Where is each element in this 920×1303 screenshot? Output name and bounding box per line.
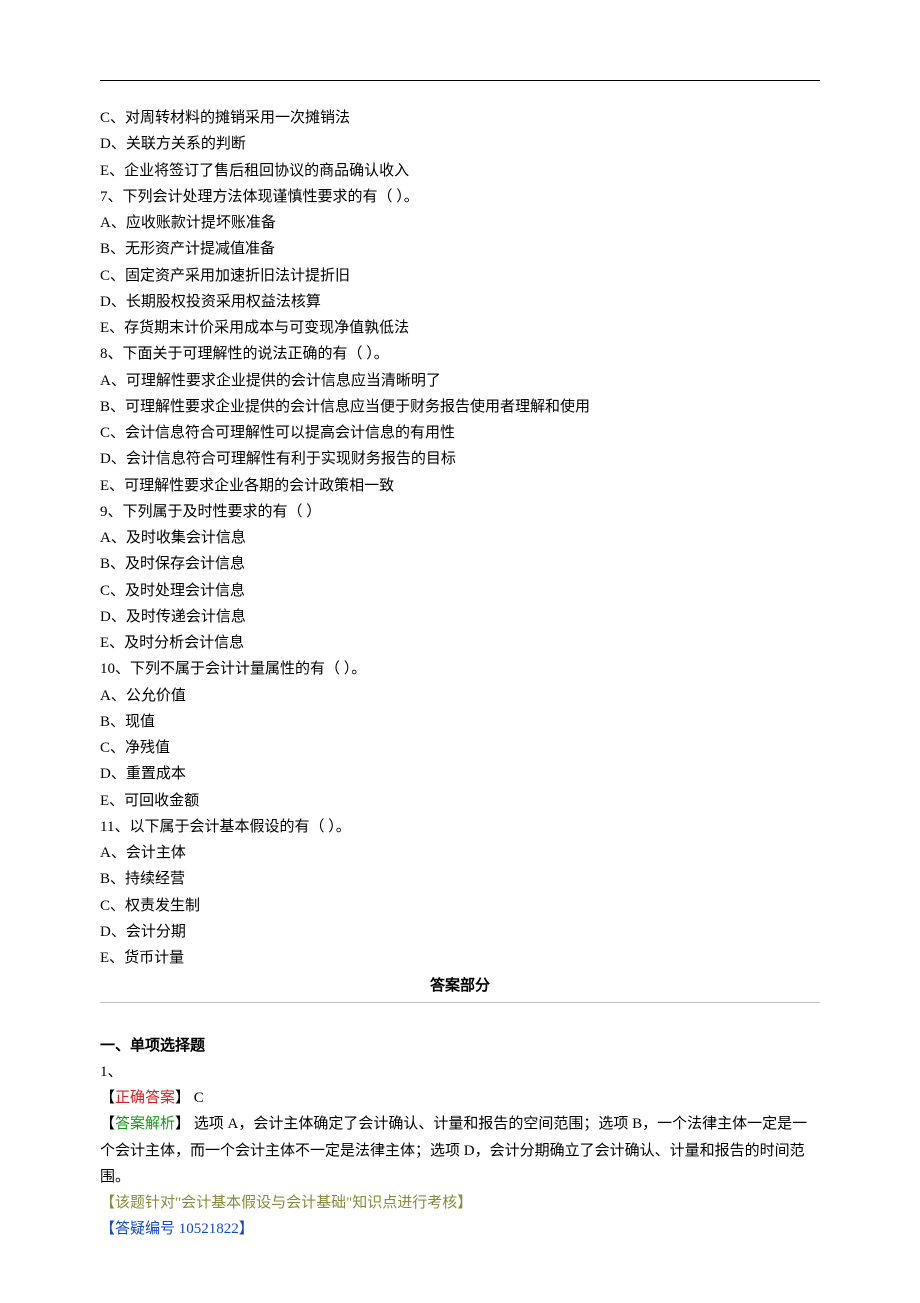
q6-option-d: D、关联方关系的判断: [100, 131, 820, 157]
q8-stem: 8、下面关于可理解性的说法正确的有（ ）。: [100, 341, 820, 367]
q9-option-d: D、及时传递会计信息: [100, 604, 820, 630]
bracket-close-2: 】: [175, 1116, 194, 1132]
top-horizontal-rule: [100, 80, 820, 81]
q11-option-e: E、货币计量: [100, 945, 820, 971]
q11-option-c: C、权责发生制: [100, 893, 820, 919]
q9-option-b: B、及时保存会计信息: [100, 551, 820, 577]
q8-option-e: E、可理解性要求企业各期的会计政策相一致: [100, 473, 820, 499]
q7-option-a: A、应收账款计提坏账准备: [100, 210, 820, 236]
q11-stem: 11、以下属于会计基本假设的有（ ）。: [100, 814, 820, 840]
q11-option-d: D、会计分期: [100, 919, 820, 945]
q11-option-a: A、会计主体: [100, 840, 820, 866]
q11-option-b: B、持续经营: [100, 866, 820, 892]
q8-option-a: A、可理解性要求企业提供的会计信息应当清晰明了: [100, 368, 820, 394]
q9-option-c: C、及时处理会计信息: [100, 578, 820, 604]
q7-option-b: B、无形资产计提减值准备: [100, 236, 820, 262]
answer-1-topic-post: "知识点进行考核】: [346, 1195, 472, 1211]
q10-option-d: D、重置成本: [100, 761, 820, 787]
section-1-heading: 一、单项选择题: [100, 1033, 820, 1059]
q8-option-b: B、可理解性要求企业提供的会计信息应当便于财务报告使用者理解和使用: [100, 394, 820, 420]
answer-1-reference[interactable]: 【答疑编号 10521822】: [100, 1216, 820, 1242]
answer-1-analysis-text: 选项 A，会计主体确定了会计确认、计量和报告的空间范围；选项 B，一个法律主体一…: [100, 1116, 807, 1185]
bracket-close: 】: [175, 1090, 194, 1106]
q8-option-d: D、会计信息符合可理解性有利于实现财务报告的目标: [100, 446, 820, 472]
answers-divider: [100, 1002, 820, 1003]
answers-section-title: 答案部分: [100, 973, 820, 999]
q7-option-e: E、存货期末计价采用成本与可变现净值孰低法: [100, 315, 820, 341]
answer-1-number: 1、: [100, 1059, 820, 1085]
answer-1-analysis-label: 答案解析: [115, 1116, 175, 1132]
q9-option-a: A、及时收集会计信息: [100, 525, 820, 551]
q7-stem: 7、下列会计处理方法体现谨慎性要求的有（ ）。: [100, 184, 820, 210]
q10-option-a: A、公允价值: [100, 683, 820, 709]
q10-option-e: E、可回收金额: [100, 788, 820, 814]
q7-option-c: C、固定资产采用加速折旧法计提折旧: [100, 263, 820, 289]
q9-option-e: E、及时分析会计信息: [100, 630, 820, 656]
answer-1-topic-link[interactable]: 会计基本假设与会计基础: [181, 1195, 346, 1211]
q6-option-c: C、对周转材料的摊销采用一次摊销法: [100, 105, 820, 131]
q9-stem: 9、下列属于及时性要求的有（ ）: [100, 499, 820, 525]
q10-option-b: B、现值: [100, 709, 820, 735]
answer-1-correct: 【正确答案】 C: [100, 1085, 820, 1111]
answer-1-correct-value: C: [194, 1090, 204, 1106]
bracket-open-2: 【: [100, 1116, 115, 1132]
q10-stem: 10、下列不属于会计计量属性的有（ ）。: [100, 656, 820, 682]
q8-option-c: C、会计信息符合可理解性可以提高会计信息的有用性: [100, 420, 820, 446]
answer-1-analysis: 【答案解析】 选项 A，会计主体确定了会计确认、计量和报告的空间范围；选项 B，…: [100, 1111, 820, 1190]
q7-option-d: D、长期股权投资采用权益法核算: [100, 289, 820, 315]
answer-1-correct-label: 正确答案: [115, 1090, 175, 1106]
bracket-open: 【: [100, 1090, 115, 1106]
answer-1-topic: 【该题针对"会计基本假设与会计基础"知识点进行考核】: [100, 1190, 820, 1216]
answer-1-topic-pre: 【该题针对": [100, 1195, 181, 1211]
q6-option-e: E、企业将签订了售后租回协议的商品确认收入: [100, 158, 820, 184]
q10-option-c: C、净残值: [100, 735, 820, 761]
